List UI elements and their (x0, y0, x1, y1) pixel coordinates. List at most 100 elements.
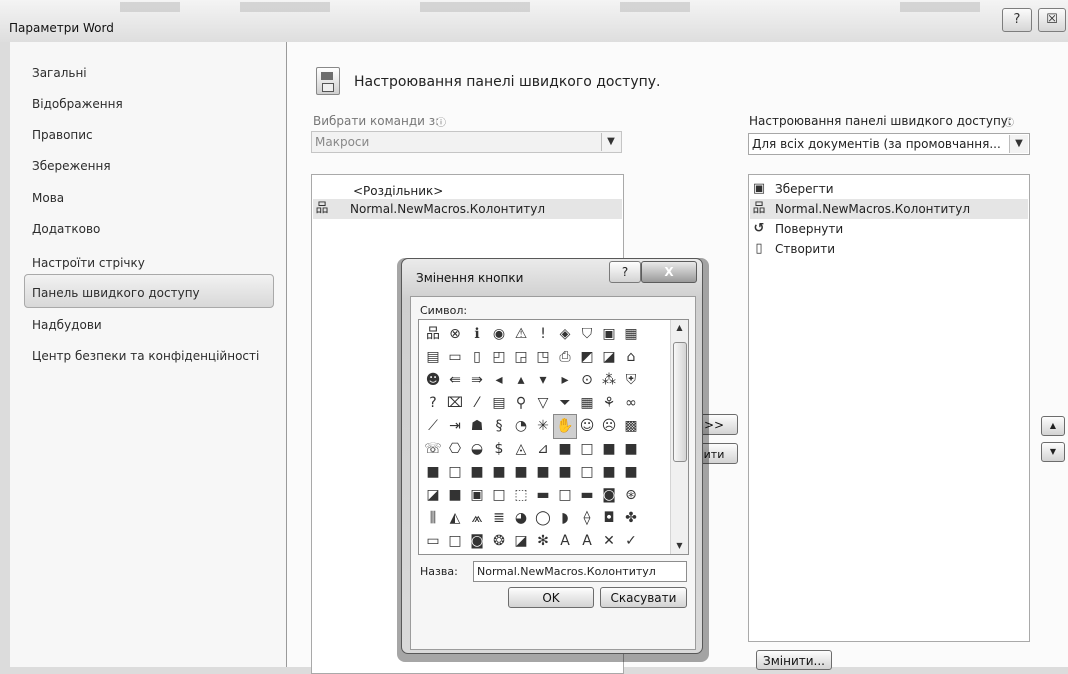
symbol-cell[interactable]: ☺ (576, 415, 598, 438)
symbol-cell[interactable]: ⌂ (620, 346, 642, 369)
symbol-cell[interactable]: ⌧ (444, 392, 466, 415)
symbol-cell[interactable]: ■ (444, 484, 466, 507)
symbol-grid[interactable]: 品 ⊗ ℹ ◉ ⚠! ◈ ⛉ ▣ ▦ ▤ ▭ ▯ ◰ ◲ ◳ ⎙ ◩ ◪ ⌂ ☻ ⇚ ⇛ ◂ ▴ ▾ ▸ ⊙ ⁂ ⛨? ⌧ ⁄ ▤ ⚲ ▽ ⏷ ▦ ⚘ ∞… (418, 319, 689, 555)
symbol-cell[interactable]: ■ (532, 461, 554, 484)
symbol-cell[interactable]: ▾ (532, 369, 554, 392)
symbol-cell[interactable]: ⚠ (510, 323, 532, 346)
symbol-cell[interactable]: ⟠ (576, 507, 598, 530)
symbol-cell[interactable]: ◰ (488, 346, 510, 369)
symbol-cell[interactable]: ⚘ (598, 392, 620, 415)
sidebar-item-proofing[interactable]: Правопис (32, 128, 93, 142)
symbol-cell[interactable]: ◉ (488, 323, 510, 346)
symbol-cell[interactable]: ⊿ (532, 438, 554, 461)
list-item[interactable]: ↺ Повернути (750, 219, 1028, 239)
ok-button[interactable]: OK (508, 587, 594, 608)
symbol-cell[interactable]: ✤ (620, 507, 642, 530)
symbol-cell[interactable]: ▣ (598, 323, 620, 346)
symbol-cell[interactable]: ✋ (553, 414, 577, 439)
customize-toolbar-dropdown[interactable]: Для всіх документів (за промовчання... ▼ (748, 133, 1030, 155)
sidebar-item-addins[interactable]: Надбудови (32, 318, 102, 332)
symbol-cell[interactable]: ◪ (598, 346, 620, 369)
symbol-cell[interactable]: ▬ (576, 484, 598, 507)
symbol-cell[interactable]: ✳ (532, 415, 554, 438)
symbol-cell[interactable]: ⇥ (444, 415, 466, 438)
symbol-cell[interactable]: ◈ (554, 323, 576, 346)
symbol-cell[interactable]: ◪ (422, 484, 444, 507)
symbol-cell[interactable]: ■ (554, 461, 576, 484)
symbol-cell[interactable]: ⊗ (444, 323, 466, 346)
symbol-cell[interactable]: ▬ (532, 484, 554, 507)
symbol-cell[interactable]: ■ (598, 461, 620, 484)
symbol-cell[interactable]: A (554, 530, 576, 553)
symbol-cell[interactable]: ▦ (620, 323, 642, 346)
symbol-cell[interactable]: ❂ (488, 530, 510, 553)
symbol-cell[interactable]: ▽ (532, 392, 554, 415)
symbol-cell[interactable]: ◂ (488, 369, 510, 392)
symbol-cell[interactable]: ▤ (488, 392, 510, 415)
symbol-cell[interactable]: ◔ (510, 415, 532, 438)
symbol-cell[interactable]: □ (576, 438, 598, 461)
symbol-cell[interactable]: ⚲ (510, 392, 532, 415)
symbol-cell[interactable]: ∞ (620, 392, 642, 415)
symbol-cell[interactable]: ⫼ (422, 507, 444, 530)
name-input[interactable]: Normal.NewMacros.Колонтитул (473, 561, 687, 582)
list-item[interactable]: 品 Normal.NewMacros.Колонтитул (750, 199, 1028, 219)
symbol-cell[interactable]: ? (422, 392, 444, 415)
symbol-cell[interactable]: 品 (422, 323, 444, 346)
move-down-button[interactable]: ▼ (1041, 442, 1065, 462)
symbol-cell[interactable]: ◗ (554, 507, 576, 530)
symbol-cell[interactable]: ▭ (422, 530, 444, 553)
symbol-cell[interactable]: ⩕ (466, 507, 488, 530)
symbol-cell[interactable]: □ (444, 461, 466, 484)
symbol-cell[interactable]: A (576, 530, 598, 553)
symbol-cell[interactable]: ◲ (510, 346, 532, 369)
symbol-cell[interactable]: ■ (488, 461, 510, 484)
dialog-close-button[interactable]: X (641, 261, 697, 283)
symbol-cell[interactable]: ☏ (422, 438, 444, 461)
symbol-cell[interactable]: ▩ (620, 415, 642, 438)
symbol-cell[interactable]: ⁄ (466, 392, 488, 415)
symbol-cell[interactable]: ☗ (466, 415, 488, 438)
symbol-cell[interactable]: ⏷ (554, 392, 576, 415)
sidebar-item-general[interactable]: Загальні (32, 66, 87, 80)
symbol-cell[interactable]: ■ (554, 438, 576, 461)
symbol-cell[interactable]: ✓ (620, 530, 642, 553)
symbol-cell[interactable]: ⟋ (422, 415, 444, 438)
symbol-cell[interactable]: ▦ (576, 392, 598, 415)
symbol-cell[interactable]: ≣ (488, 507, 510, 530)
symbol-cell[interactable]: ▤ (422, 346, 444, 369)
sidebar-item-quick-access-toolbar[interactable]: Панель швидкого доступу (32, 286, 200, 300)
scroll-down-icon[interactable]: ▼ (671, 538, 688, 554)
symbol-cell[interactable]: ◒ (466, 438, 488, 461)
symbol-cell[interactable]: ! (532, 323, 554, 346)
symbol-cell[interactable]: □ (488, 484, 510, 507)
sidebar-item-language[interactable]: Мова (32, 191, 64, 205)
symbol-cell[interactable]: ⎔ (444, 438, 466, 461)
list-item[interactable]: 品 Normal.NewMacros.Колонтитул (313, 199, 622, 219)
symbol-cell[interactable]: □ (576, 461, 598, 484)
list-item[interactable]: ▯ Створити (750, 239, 1028, 259)
symbol-cell[interactable]: ◯ (532, 507, 554, 530)
sidebar-item-display[interactable]: Відображення (32, 97, 123, 111)
window-close-button[interactable]: ☒ (1038, 8, 1066, 32)
symbol-cell[interactable]: ⎙ (554, 346, 576, 369)
sidebar-item-customize-ribbon[interactable]: Настроїти стрічку (32, 256, 145, 270)
sidebar-item-advanced[interactable]: Додатково (32, 222, 100, 236)
cancel-button[interactable]: Скасувати (600, 587, 687, 608)
symbol-cell[interactable]: ■ (510, 461, 532, 484)
symbol-cell[interactable]: ☹ (598, 415, 620, 438)
toolbar-commands-list[interactable]: ▣ Зберегти 品 Normal.NewMacros.Колонтитул… (748, 174, 1030, 642)
symbol-cell[interactable]: § (488, 415, 510, 438)
symbol-cell[interactable]: ▴ (510, 369, 532, 392)
symbol-cell[interactable]: ⛉ (576, 323, 598, 346)
symbol-cell[interactable]: ℹ (466, 323, 488, 346)
symbol-cell[interactable]: ■ (620, 461, 642, 484)
symbol-cell[interactable]: ▯ (466, 346, 488, 369)
symbol-cell[interactable]: ◪ (510, 530, 532, 553)
symbol-cell[interactable]: ◙ (598, 484, 620, 507)
symbol-cell[interactable]: ⇚ (444, 369, 466, 392)
symbol-cell[interactable]: ⇛ (466, 369, 488, 392)
symbol-cell[interactable]: ✻ (532, 530, 554, 553)
window-help-button[interactable]: ? (1002, 8, 1032, 32)
scroll-up-icon[interactable]: ▲ (671, 320, 688, 336)
